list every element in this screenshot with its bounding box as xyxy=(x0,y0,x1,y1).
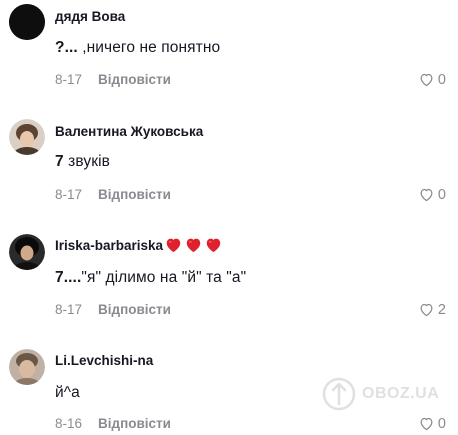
like-button[interactable]: 0 xyxy=(418,71,446,88)
comment-date: 8-17 xyxy=(55,72,83,87)
like-button[interactable]: 0 xyxy=(418,186,446,203)
reply-button[interactable]: Відповісти xyxy=(98,72,171,87)
watermark: OBOZ.UA xyxy=(322,377,439,411)
comment-text-rest: й^а xyxy=(55,384,80,401)
comment-item: Валентина Жуковська 7 звуків 8-17 Відпов… xyxy=(0,115,458,215)
comment-item: дядя Вова ?... ,ничего не понятно 8-17 В… xyxy=(0,0,458,100)
comment-text-rest: звуків xyxy=(63,153,110,170)
comment-text-rest: "я" ділимо на "й" та "а" xyxy=(81,269,247,286)
watermark-logo-icon xyxy=(322,377,356,411)
red-heart-icon xyxy=(186,238,201,253)
comment-text: ?... ,ничего не понятно xyxy=(55,39,220,57)
comment-username[interactable]: Валентина Жуковська xyxy=(55,124,203,139)
like-button[interactable]: 2 xyxy=(418,301,446,318)
watermark-text: OBOZ.UA xyxy=(362,385,440,402)
comment-item: Iriska-barbariska 7...."я" ділимо на "й"… xyxy=(0,230,458,330)
heart-outline-icon xyxy=(420,73,433,87)
heart-outline-icon xyxy=(420,303,433,317)
comment-username[interactable]: Iriska-barbariska xyxy=(55,237,222,253)
reply-button[interactable]: Відповісти xyxy=(98,416,171,431)
comment-meta: 8-17 Відповісти xyxy=(55,187,171,202)
avatar[interactable] xyxy=(9,349,45,385)
username-emoji xyxy=(165,237,222,253)
comment-text-bold: 7.... xyxy=(55,269,82,286)
like-button[interactable]: 0 xyxy=(418,415,446,432)
comment-meta: 8-17 Відповісти xyxy=(55,72,171,87)
comment-date: 8-17 xyxy=(55,302,83,317)
comment-username[interactable]: дядя Вова xyxy=(55,9,125,24)
comment-text: 7 звуків xyxy=(55,153,110,171)
like-count: 0 xyxy=(437,71,446,88)
comment-text-bold: ?... xyxy=(55,39,78,56)
reply-button[interactable]: Відповісти xyxy=(98,302,171,317)
avatar[interactable] xyxy=(9,4,45,40)
like-count: 0 xyxy=(437,186,446,203)
like-count: 2 xyxy=(437,301,446,318)
avatar[interactable] xyxy=(9,234,45,270)
comment-date: 8-16 xyxy=(55,416,83,431)
avatar[interactable] xyxy=(9,119,45,155)
comment-meta: 8-17 Відповісти xyxy=(55,302,171,317)
heart-outline-icon xyxy=(420,188,433,202)
comment-meta: 8-16 Відповісти xyxy=(55,416,171,431)
comment-username[interactable]: Li.Levchishi-na xyxy=(55,353,153,368)
reply-button[interactable]: Відповісти xyxy=(98,187,171,202)
comment-text: й^а xyxy=(55,384,80,402)
comment-date: 8-17 xyxy=(55,187,83,202)
username-text: Iriska-barbariska xyxy=(55,237,164,253)
like-count: 0 xyxy=(437,415,446,432)
comment-text-rest: ,ничего не понятно xyxy=(77,39,221,56)
comment-text-bold: 7 xyxy=(55,153,64,170)
red-heart-icon xyxy=(206,238,221,253)
heart-outline-icon xyxy=(420,417,433,431)
comment-text: 7...."я" ділимо на "й" та "а" xyxy=(55,269,246,287)
red-heart-icon xyxy=(166,238,181,253)
